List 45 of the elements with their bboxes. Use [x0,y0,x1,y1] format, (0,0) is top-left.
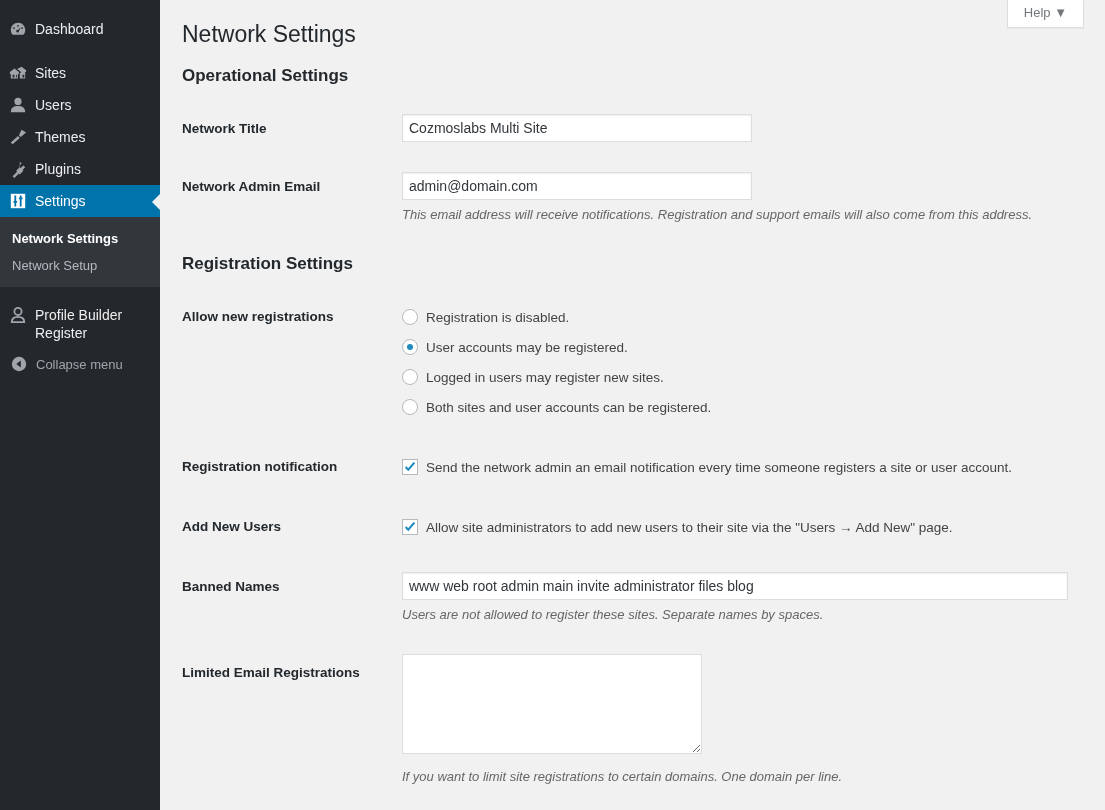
checkbox-label: Allow site administrators to add new users to their site via the "Users → Add New" page. [426,519,953,535]
textarea-field[interactable] [402,654,702,754]
submenu-item[interactable]: Network Settings [0,225,160,252]
field-label: Banned Names [182,578,281,596]
radio-label: User accounts may be registered. [426,339,628,355]
menu-item[interactable]: Profile Builder Register [0,299,160,349]
field-label: Limited Email Registrations [182,664,361,682]
menu-item[interactable]: Sites [0,57,160,89]
dashboard-gauge-icon [9,20,27,38]
radio-button[interactable] [402,369,418,385]
field-label: Registration notification [182,458,339,476]
menu-item[interactable]: Dashboard [0,13,160,45]
submenu-item[interactable]: Network Setup [0,252,160,279]
text-field[interactable]: admin@domain.com [402,172,752,200]
paintbrush-icon [9,128,27,146]
radio-button[interactable] [402,399,418,415]
radio-label: Logged in users may register new sites. [426,369,664,385]
checkbox-label: Send the network admin an email notification every time someone registers a site or user account. [426,459,1013,475]
field-label: Network Title [182,120,268,138]
section-heading: Operational Settings [182,65,350,87]
menu-item[interactable]: Settings [0,185,160,217]
field-label: Allow new registrations [182,308,335,326]
radio-button[interactable] [402,339,418,355]
field-label: Network Admin Email [182,178,322,196]
radio-label: Both sites and user accounts can be registered. [426,399,712,415]
radio-label: Registration is disabled. [426,309,570,325]
page-title: Network Settings [182,20,356,48]
menu-item[interactable]: Users [0,89,160,121]
help-button[interactable]: Help ▼ [1006,0,1084,28]
collapse-menu-button[interactable]: Collapse menu [0,349,160,379]
field-description: Users are not allowed to register these sites. Separate names by spaces. [402,606,825,624]
menu-item[interactable]: Plugins [0,153,160,185]
sliders-icon [9,192,27,210]
field-description: If you want to limit site registrations to certain domains. One domain per line. [402,768,844,786]
field-description: This email address will receive notifications. Registration and support emails will also come from this address. [402,206,1034,224]
person-outline-icon [9,306,27,324]
field-label: Add New Users [182,518,283,536]
text-field[interactable]: www web root admin main invite administrator files blog [402,572,1068,600]
checkbox[interactable] [402,519,418,535]
radio-button[interactable] [402,309,418,325]
checkbox[interactable] [402,459,418,475]
menu-item[interactable]: Themes [0,121,160,153]
person-icon [9,96,27,114]
section-heading: Registration Settings [182,253,354,275]
text-field[interactable]: Cozmoslabs Multi Site [402,114,752,142]
